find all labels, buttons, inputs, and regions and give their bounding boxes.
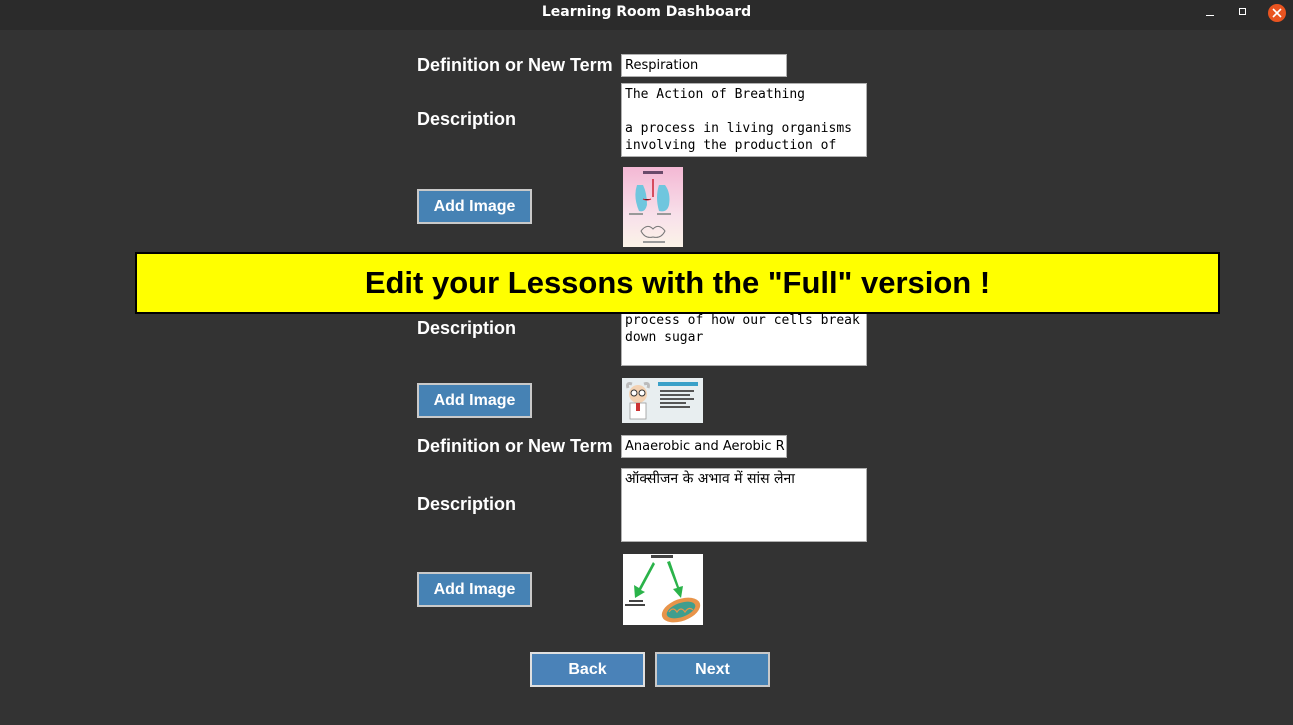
pyruvate-mitochondria-diagram-icon <box>623 554 703 625</box>
close-icon[interactable] <box>1267 3 1287 23</box>
description-textarea[interactable]: ऑक्सीजन के अभाव में सांस लेना <box>621 468 867 542</box>
description-label: Description <box>417 494 517 514</box>
back-button[interactable]: Back <box>530 652 645 687</box>
description-label: Description <box>417 109 517 129</box>
respiration-image <box>623 167 683 247</box>
maximize-icon[interactable] <box>1233 3 1253 23</box>
add-image-button[interactable]: Add Image <box>417 189 532 224</box>
upgrade-banner: Edit your Lessons with the "Full" versio… <box>135 252 1220 314</box>
description-textarea[interactable]: The Action of Breathing a process in liv… <box>621 83 867 157</box>
respiration-lungs-diagram-icon <box>623 167 683 247</box>
anaerobic-aerobic-image <box>623 554 703 625</box>
term-input[interactable]: Anaerobic and Aerobic R <box>621 435 787 458</box>
cellular-respiration-cartoon-icon <box>622 378 703 423</box>
term-label: Definition or New Term <box>417 55 613 75</box>
window-titlebar: Learning Room Dashboard <box>0 0 1293 30</box>
cellular-respiration-image <box>622 378 703 423</box>
add-image-button[interactable]: Add Image <box>417 572 532 607</box>
add-image-button[interactable]: Add Image <box>417 383 532 418</box>
minimize-icon[interactable] <box>1200 3 1220 23</box>
term-label: Definition or New Term <box>417 436 613 456</box>
term-input[interactable]: Respiration <box>621 54 787 77</box>
window-title: Learning Room Dashboard <box>541 4 752 20</box>
description-label: Description <box>417 318 517 338</box>
next-button[interactable]: Next <box>655 652 770 687</box>
